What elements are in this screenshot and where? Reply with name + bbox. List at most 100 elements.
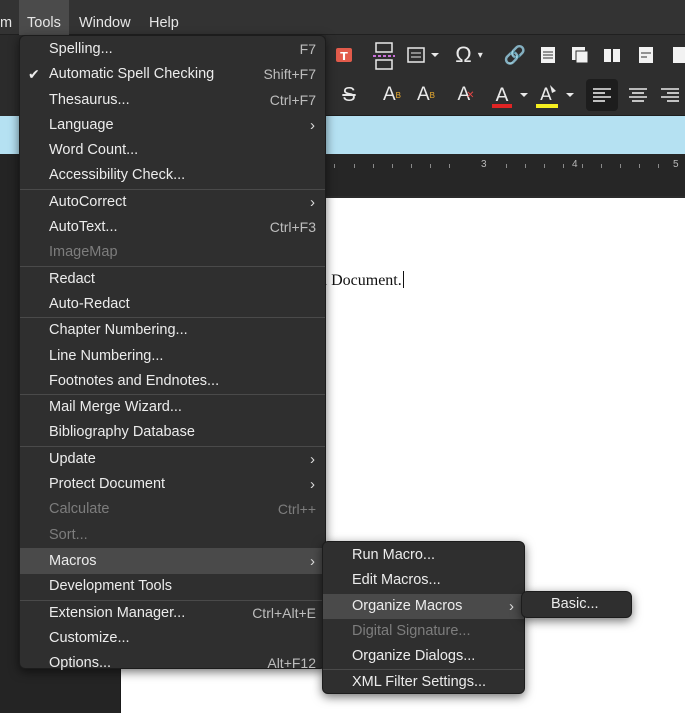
menu-item-label: Mail Merge Wizard... xyxy=(49,399,182,416)
menu-item-autocorrect[interactable]: AutoCorrect › xyxy=(20,190,325,215)
macros-submenu: Run Macro... Edit Macros... Organize Macro… xyxy=(322,541,525,694)
menu-item-footnotes-and-endnotes[interactable]: Footnotes and Endnotes... xyxy=(20,369,325,394)
organize-macros-submenu: Basic... xyxy=(521,591,632,618)
menu-item-label: Calculate xyxy=(49,501,110,518)
insert-field-icon[interactable] xyxy=(406,45,440,65)
menu-help[interactable]: Help xyxy=(141,0,187,35)
menu-item-imagemap: ImageMap xyxy=(20,240,325,265)
menu-item-edit-macros[interactable]: Edit Macros... xyxy=(323,568,524,593)
menu-item-label: Language xyxy=(49,116,114,133)
chevron-right-icon: › xyxy=(310,116,315,134)
strikethrough-icon[interactable]: S xyxy=(338,83,360,107)
cross-reference-icon[interactable] xyxy=(636,45,656,65)
menu-item-auto-redact[interactable]: Auto-Redact xyxy=(20,292,325,317)
menu-item-label: XML Filter Settings... xyxy=(352,674,487,691)
menu-item-label: Customize... xyxy=(49,629,130,646)
menu-item-autotext[interactable]: AutoText... Ctrl+F3 xyxy=(20,215,325,240)
menu-item-label: Extension Manager... xyxy=(49,604,186,621)
menu-item-shortcut: Ctrl+Alt+E xyxy=(252,604,316,621)
menu-item-label: Line Numbering... xyxy=(49,347,164,364)
menu-item-label: Macros xyxy=(49,552,97,569)
menu-item-customize[interactable]: Customize... xyxy=(20,626,325,651)
superscript-icon[interactable]: AB xyxy=(380,83,404,107)
menu-item-label: Development Tools xyxy=(49,578,173,595)
menu-item-sort: Sort... xyxy=(20,523,325,548)
menu-tools[interactable]: Tools xyxy=(19,0,69,35)
menu-item-automatic-spell-checking[interactable]: ✔ Automatic Spell Checking Shift+F7 xyxy=(20,62,325,87)
subscript-icon[interactable]: AB xyxy=(414,83,438,107)
menu-item-label: Basic... xyxy=(551,596,599,612)
menu-item-shortcut: Alt+F12 xyxy=(267,655,316,672)
menu-item-label: Word Count... xyxy=(49,142,139,159)
menu-item-language[interactable]: Language › xyxy=(20,113,325,138)
menu-item-extension-manager[interactable]: Extension Manager... Ctrl+Alt+E xyxy=(20,601,325,626)
menu-item-label: Redact xyxy=(49,270,95,287)
menu-item-basic[interactable]: Basic... xyxy=(522,592,631,617)
menu-item-development-tools[interactable]: Development Tools xyxy=(20,574,325,599)
chevron-right-icon: › xyxy=(310,193,315,211)
insert-text-box-icon[interactable]: T xyxy=(334,45,354,65)
bookmark-icon[interactable] xyxy=(602,45,622,65)
align-left-icon[interactable] xyxy=(586,79,618,111)
chevron-right-icon: › xyxy=(509,597,514,615)
menu-item-shortcut: Shift+F7 xyxy=(263,66,316,83)
menu-item-label: Spelling... xyxy=(49,41,113,57)
menu-item-label: Thesaurus... xyxy=(49,91,130,108)
horizontal-ruler[interactable]: 3 4 5 xyxy=(326,158,685,174)
menu-item-line-numbering[interactable]: Line Numbering... xyxy=(20,344,325,369)
menu-item-label: Update xyxy=(49,450,96,467)
field-shading-icon[interactable] xyxy=(670,45,685,65)
menu-item-run-macro[interactable]: Run Macro... xyxy=(323,543,524,568)
menu-item-label: AutoCorrect xyxy=(49,193,127,210)
menu-item-update[interactable]: Update › xyxy=(20,447,325,472)
ruler-number: 3 xyxy=(481,159,487,170)
menu-item-label: Automatic Spell Checking xyxy=(49,66,215,83)
menu-item-options[interactable]: Options... Alt+F12 xyxy=(20,651,325,676)
menu-item-xml-filter-settings[interactable]: XML Filter Settings... xyxy=(323,670,524,695)
menu-item-spelling[interactable]: Spelling... F7 xyxy=(20,37,325,62)
menu-item-protect-document[interactable]: Protect Document › xyxy=(20,472,325,497)
menu-item-label: Run Macro... xyxy=(352,547,435,563)
menu-item-redact[interactable]: Redact xyxy=(20,267,325,292)
menu-item-word-count[interactable]: Word Count... xyxy=(20,138,325,163)
align-right-icon[interactable] xyxy=(656,79,684,111)
chevron-right-icon: › xyxy=(310,476,315,494)
menu-item-macros[interactable]: Macros › xyxy=(20,548,325,575)
menu-item-label: Organize Macros xyxy=(352,597,463,614)
hyperlink-icon[interactable]: 🔗 xyxy=(504,44,526,66)
menu-bar: m Tools Window Help xyxy=(0,0,685,35)
menu-item-thesaurus[interactable]: Thesaurus... Ctrl+F7 xyxy=(20,88,325,113)
menu-window[interactable]: Window xyxy=(71,0,139,35)
menu-item-digital-signature: Digital Signature... xyxy=(323,619,524,644)
menu-item-chapter-numbering[interactable]: Chapter Numbering... xyxy=(20,318,325,343)
menu-item-label: Options... xyxy=(49,655,112,672)
menu-item-organize-dialogs[interactable]: Organize Dialogs... xyxy=(323,644,524,669)
menu-item-shortcut: F7 xyxy=(299,41,316,57)
menu-item-label: Auto-Redact xyxy=(49,295,130,312)
footnote-icon[interactable] xyxy=(538,45,558,65)
ruler-number: 4 xyxy=(572,159,578,170)
menu-item-label: AutoText... xyxy=(49,219,118,236)
special-character-icon[interactable]: Ω ▾ xyxy=(448,42,490,67)
clear-formatting-icon[interactable]: A ✕ xyxy=(454,83,478,107)
menu-item-mail-merge-wizard[interactable]: Mail Merge Wizard... xyxy=(20,395,325,420)
menu-item-label: Chapter Numbering... xyxy=(49,322,188,339)
standard-toolbar: T Ω ▾ 🔗 xyxy=(326,35,685,77)
menu-item-organize-macros[interactable]: Organize Macros › xyxy=(323,593,524,619)
menu-item-label: Accessibility Check... xyxy=(49,167,186,184)
page-break-icon[interactable] xyxy=(372,41,396,71)
align-center-icon[interactable] xyxy=(622,79,654,111)
menu-item-bibliography-database[interactable]: Bibliography Database xyxy=(20,420,325,445)
font-color-icon[interactable]: A xyxy=(490,81,532,109)
menu-item-accessibility-check[interactable]: Accessibility Check... xyxy=(20,163,325,188)
menu-edit-partial[interactable]: m xyxy=(0,0,20,35)
menu-item-shortcut: Ctrl++ xyxy=(277,501,316,518)
menu-item-shortcut: Ctrl+F3 xyxy=(269,219,316,236)
highlighting-color-icon[interactable]: A xyxy=(534,81,576,109)
comment-icon[interactable] xyxy=(570,45,590,65)
ruler-area: 3 4 5 xyxy=(326,154,685,196)
svg-text:A: A xyxy=(540,85,552,105)
menu-item-label: Sort... xyxy=(49,526,88,543)
chevron-right-icon: › xyxy=(310,552,315,570)
menu-item-label: Digital Signature... xyxy=(352,622,471,639)
